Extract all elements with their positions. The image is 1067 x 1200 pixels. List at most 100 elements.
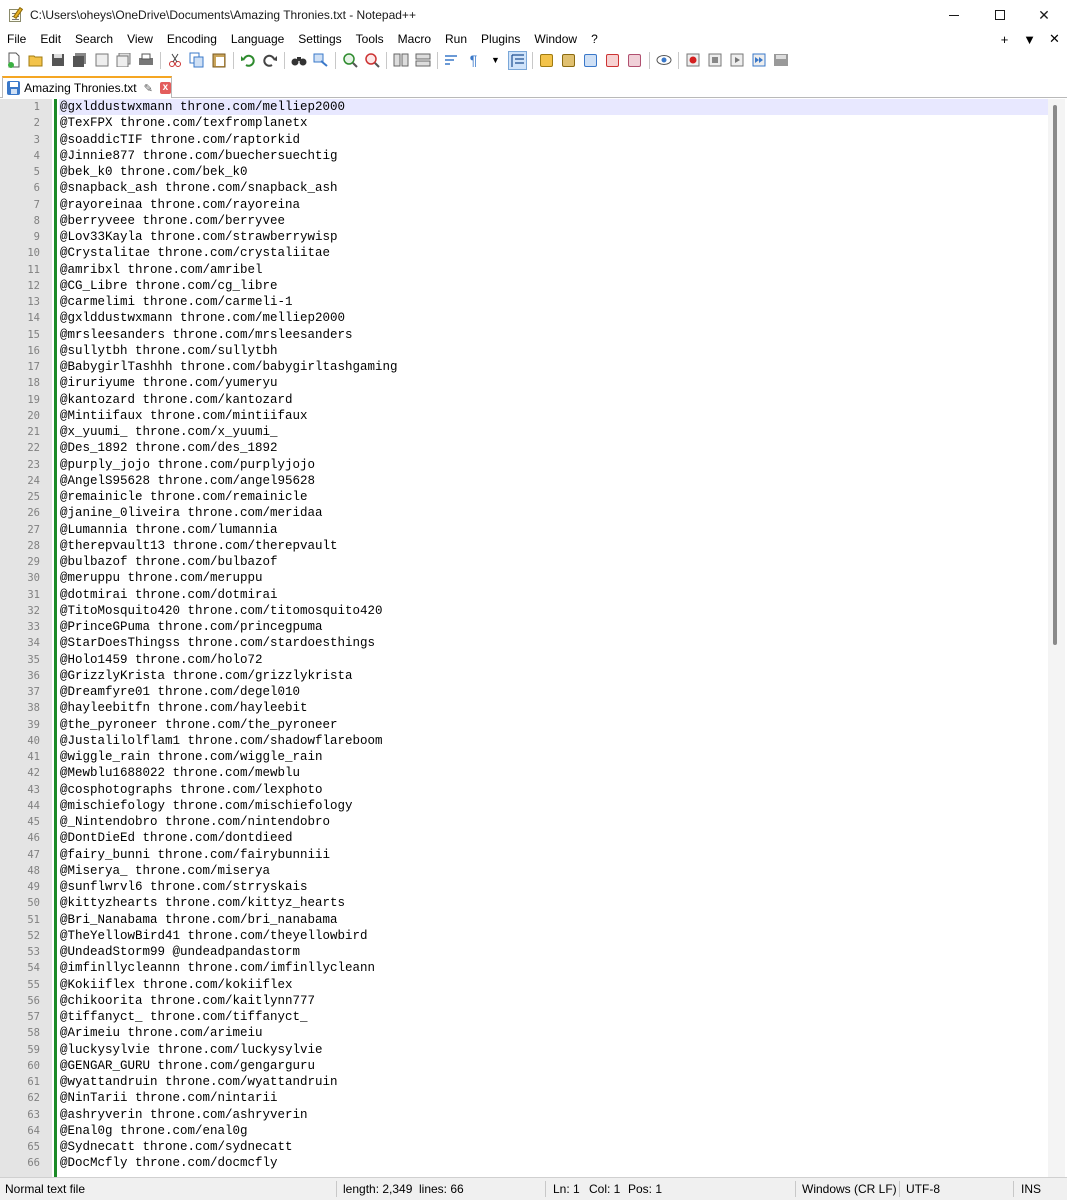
text-line[interactable]: @snapback_ash throne.com/snapback_ash	[59, 180, 1049, 196]
print-button[interactable]	[136, 51, 155, 70]
text-line[interactable]: @StarDoesThingss throne.com/stardoesthin…	[59, 635, 1049, 651]
menu-language[interactable]: Language	[224, 30, 291, 48]
text-line[interactable]: @Des_1892 throne.com/des_1892	[59, 440, 1049, 456]
folder-as-workspace-button[interactable]	[625, 51, 644, 70]
text-line[interactable]: @bulbazof throne.com/bulbazof	[59, 554, 1049, 570]
text-line[interactable]: @Lumannia throne.com/lumannia	[59, 522, 1049, 538]
maximize-button[interactable]	[977, 0, 1023, 30]
text-line[interactable]: @cosphotographs throne.com/lexphoto	[59, 782, 1049, 798]
text-line[interactable]: @mischiefology throne.com/mischiefology	[59, 798, 1049, 814]
menu-edit[interactable]: Edit	[33, 30, 68, 48]
text-line[interactable]: @iruriyume throne.com/yumeryu	[59, 375, 1049, 391]
text-line[interactable]: @AngelS95628 throne.com/angel95628	[59, 473, 1049, 489]
playback-button[interactable]	[727, 51, 746, 70]
zoom-out-button[interactable]	[362, 51, 381, 70]
new-tab-button[interactable]: +	[992, 32, 1017, 47]
save-button[interactable]	[48, 51, 67, 70]
text-line[interactable]: @janine_0liveira throne.com/meridaa	[59, 505, 1049, 521]
text-line[interactable]: @wiggle_rain throne.com/wiggle_rain	[59, 749, 1049, 765]
close-all-button[interactable]	[114, 51, 133, 70]
text-line[interactable]: @_Nintendobro throne.com/nintendobro	[59, 814, 1049, 830]
text-line[interactable]: @fairy_bunni throne.com/fairybunniii	[59, 847, 1049, 863]
zoom-in-button[interactable]	[340, 51, 359, 70]
undo-button[interactable]	[238, 51, 257, 70]
start-recording-button[interactable]	[683, 51, 702, 70]
text-area[interactable]: @gxlddustwxmann throne.com/melliep2000 @T…	[59, 99, 1049, 1172]
copy-button[interactable]	[187, 51, 206, 70]
sync-vertical-button[interactable]	[391, 51, 410, 70]
text-line[interactable]: @Mintiifaux throne.com/mintiifaux	[59, 408, 1049, 424]
editor[interactable]: 1 2 3 4 5 6 7 8 9 10 11 12 13 14 15 16 17 18 19 20 21 22 23 24 2…	[0, 99, 1067, 1177]
text-line[interactable]: @tiffanyct_ throne.com/tiffanyct_	[59, 1009, 1049, 1025]
pin-icon[interactable]: ✎	[144, 82, 153, 95]
replace-button[interactable]	[311, 51, 330, 70]
menu-help[interactable]: ?	[584, 30, 605, 48]
text-line[interactable]: @wyattandruin throne.com/wyattandruin	[59, 1074, 1049, 1090]
menu-file[interactable]: File	[0, 30, 33, 48]
tab-amazing-thronies[interactable]: Amazing Thronies.txt ✎ x	[2, 76, 172, 98]
redo-button[interactable]	[260, 51, 279, 70]
text-line[interactable]: @Miserya_ throne.com/miserya	[59, 863, 1049, 879]
text-line[interactable]: @imfinllycleannn throne.com/imfinllyclea…	[59, 960, 1049, 976]
show-all-characters-dropdown[interactable]: ▼	[486, 51, 505, 70]
menu-macro[interactable]: Macro	[391, 30, 438, 48]
function-list-button[interactable]	[603, 51, 622, 70]
text-line[interactable]: @meruppu throne.com/meruppu	[59, 570, 1049, 586]
menu-run[interactable]: Run	[438, 30, 474, 48]
text-line[interactable]: @chikoorita throne.com/kaitlynn777	[59, 993, 1049, 1009]
monitoring-button[interactable]	[654, 51, 673, 70]
word-wrap-button[interactable]	[442, 51, 461, 70]
text-line[interactable]: @sullytbh throne.com/sullytbh	[59, 343, 1049, 359]
text-line[interactable]: @Bri_Nanabama throne.com/bri_nanabama	[59, 912, 1049, 928]
text-line[interactable]: @TitoMosquito420 throne.com/titomosquito…	[59, 603, 1049, 619]
tab-close-icon[interactable]: x	[159, 82, 171, 94]
save-all-button[interactable]	[70, 51, 89, 70]
text-line[interactable]: @soaddicTIF throne.com/raptorkid	[59, 132, 1049, 148]
current-line[interactable]: @gxlddustwxmann throne.com/melliep2000	[59, 99, 1049, 116]
text-line[interactable]: @luckysylvie throne.com/luckysylvie	[59, 1042, 1049, 1058]
tab-list-button[interactable]: ▼	[1017, 32, 1042, 47]
close-file-button[interactable]	[92, 51, 111, 70]
text-line[interactable]: @Kokiiflex throne.com/kokiiflex	[59, 977, 1049, 993]
text-line[interactable]: @hayleebitfn throne.com/hayleebit	[59, 700, 1049, 716]
text-line[interactable]: @Sydnecatt throne.com/sydnecatt	[59, 1139, 1049, 1155]
text-line[interactable]: @Justalilolflam1 throne.com/shadowflareb…	[59, 733, 1049, 749]
menu-search[interactable]: Search	[68, 30, 120, 48]
text-line[interactable]: @mrsleesanders throne.com/mrsleesanders	[59, 327, 1049, 343]
text-line[interactable]: @UndeadStorm99 @undeadpandastorm	[59, 944, 1049, 960]
text-line[interactable]: @rayoreinaa throne.com/rayoreina	[59, 197, 1049, 213]
text-line[interactable]: @GENGAR_GURU throne.com/gengarguru	[59, 1058, 1049, 1074]
text-line[interactable]: @kantozard throne.com/kantozard	[59, 392, 1049, 408]
text-line[interactable]: @Holo1459 throne.com/holo72	[59, 652, 1049, 668]
text-line[interactable]: @gxlddustwxmann throne.com/melliep2000	[59, 310, 1049, 326]
text-line[interactable]: @Lov33Kayla throne.com/strawberrywisp	[59, 229, 1049, 245]
text-line[interactable]: @Crystalitae throne.com/crystaliitae	[59, 245, 1049, 261]
open-file-button[interactable]	[26, 51, 45, 70]
new-file-button[interactable]	[4, 51, 23, 70]
text-line[interactable]: @Enal0g throne.com/enal0g	[59, 1123, 1049, 1139]
text-line[interactable]: @BabygirlTashhh throne.com/babygirltashg…	[59, 359, 1049, 375]
menu-tools[interactable]: Tools	[349, 30, 391, 48]
indent-guide-button[interactable]	[508, 50, 527, 70]
text-line[interactable]: @bek_k0 throne.com/bek_k0	[59, 164, 1049, 180]
text-line[interactable]: @DocMcfly throne.com/docmcfly	[59, 1155, 1049, 1171]
text-line[interactable]: @Jinnie877 throne.com/buechersuechtig	[59, 148, 1049, 164]
text-line[interactable]: @PrinceGPuma throne.com/princegpuma	[59, 619, 1049, 635]
text-line[interactable]: @TexFPX throne.com/texfromplanetx	[59, 115, 1049, 131]
text-line[interactable]: @TheYellowBird41 throne.com/theyellowbir…	[59, 928, 1049, 944]
text-line[interactable]: @sunflwrvl6 throne.com/strryskais	[59, 879, 1049, 895]
text-line[interactable]: @berryveee throne.com/berryvee	[59, 213, 1049, 229]
close-document-button[interactable]: ✕	[1042, 31, 1067, 47]
vertical-scrollbar[interactable]	[1048, 99, 1065, 1177]
text-line[interactable]: @dotmirai throne.com/dotmirai	[59, 587, 1049, 603]
run-macro-multiple-button[interactable]	[749, 51, 768, 70]
text-line[interactable]: @x_yuumi_ throne.com/x_yuumi_	[59, 424, 1049, 440]
menu-window[interactable]: Window	[527, 30, 584, 48]
minimize-button[interactable]	[931, 0, 977, 30]
text-line[interactable]: @NinTarii throne.com/nintarii	[59, 1090, 1049, 1106]
save-macro-button[interactable]	[771, 51, 790, 70]
show-all-characters-button[interactable]: ¶	[464, 51, 483, 70]
stop-recording-button[interactable]	[705, 51, 724, 70]
close-button[interactable]: ✕	[1021, 0, 1067, 30]
menu-encoding[interactable]: Encoding	[160, 30, 224, 48]
